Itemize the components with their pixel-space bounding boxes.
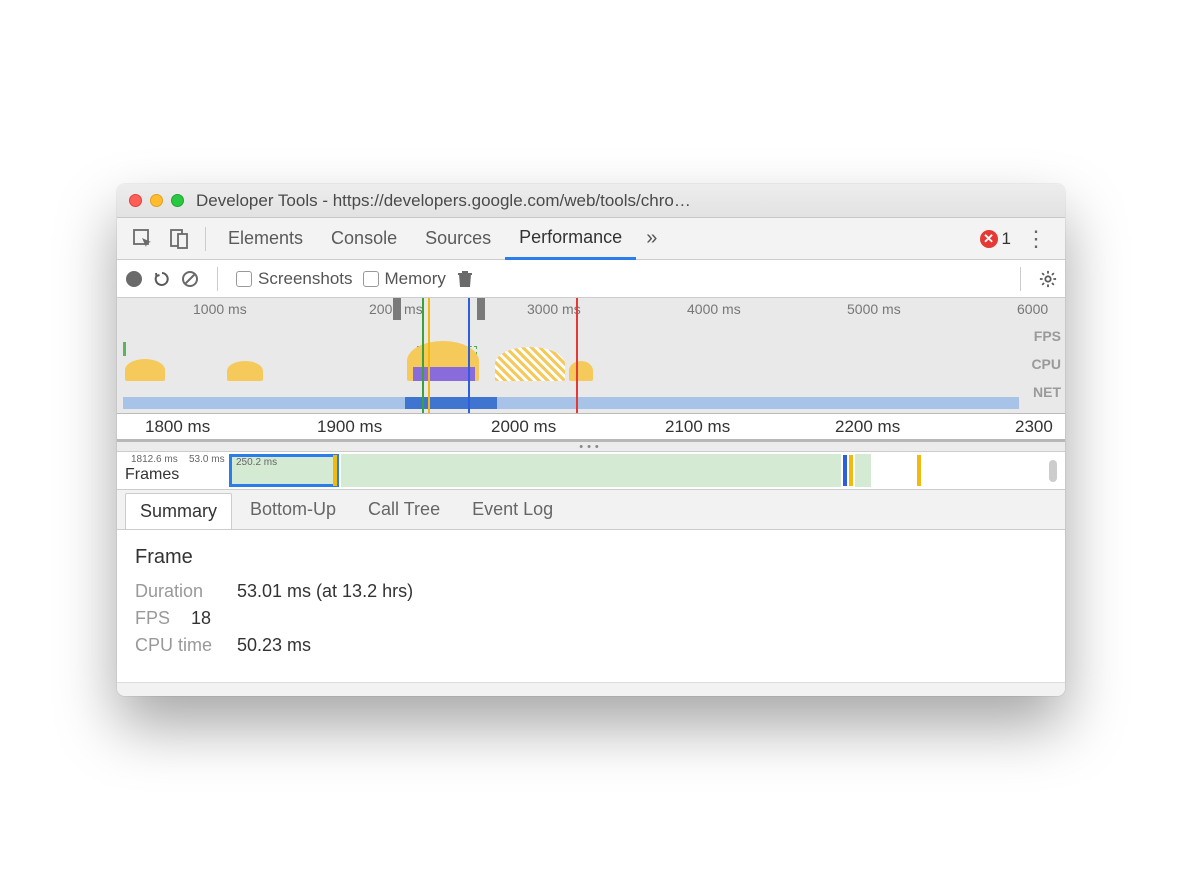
frames-track[interactable]: 1812.6 ms Frames 53.0 ms 250.2 ms — [117, 452, 1065, 490]
marker-line-red — [576, 298, 578, 413]
frames-label: Frames — [125, 466, 179, 484]
separator — [205, 227, 206, 251]
summary-key: Duration — [135, 581, 225, 602]
ruler-tick: 3000 ms — [527, 301, 581, 317]
maximize-window-button[interactable] — [171, 194, 184, 207]
ruler-tick: 2300 — [1015, 417, 1053, 437]
cpu-activity — [569, 361, 593, 381]
inspect-element-icon[interactable] — [125, 223, 161, 255]
devtools-window: Developer Tools - https://developers.goo… — [117, 184, 1065, 696]
screenshots-label: Screenshots — [258, 269, 353, 289]
ruler-tick: 6000 — [1017, 301, 1048, 317]
frame-marker — [333, 455, 337, 486]
ruler-tick: 2200 ms — [835, 417, 900, 437]
error-icon: ✕ — [980, 230, 998, 248]
cpu-label: CPU — [1031, 350, 1061, 378]
checkbox-icon — [363, 271, 379, 287]
ruler-tick: 1900 ms — [317, 417, 382, 437]
overview-ruler: 1000 ms 2000 ms 3000 ms 4000 ms 5000 ms … — [117, 298, 1065, 320]
clear-button[interactable] — [181, 270, 199, 288]
summary-value: 50.23 ms — [237, 635, 311, 656]
error-badge[interactable]: ✕ 1 — [980, 229, 1011, 249]
ruler-tick: 1000 ms — [193, 301, 247, 317]
cpu-activity — [125, 359, 165, 381]
separator — [1020, 267, 1021, 291]
device-toolbar-icon[interactable] — [161, 223, 197, 255]
net-activity — [123, 397, 1019, 409]
frame-time: 1812.6 ms — [131, 454, 178, 465]
tab-summary[interactable]: Summary — [125, 493, 232, 529]
marker-line-yellow — [428, 298, 430, 413]
cpu-activity — [495, 347, 565, 381]
devtools-tab-bar: Elements Console Sources Performance » ✕… — [117, 218, 1065, 260]
performance-toolbar: Screenshots Memory — [117, 260, 1065, 298]
frame-selected[interactable]: 250.2 ms — [229, 454, 339, 487]
settings-button[interactable] — [1039, 270, 1057, 288]
titlebar: Developer Tools - https://developers.goo… — [117, 184, 1065, 218]
net-activity-dark — [405, 397, 497, 409]
overview-timeline[interactable]: 1000 ms 2000 ms 3000 ms 4000 ms 5000 ms … — [117, 298, 1065, 414]
ruler-tick: 1800 ms — [145, 417, 210, 437]
drag-divider[interactable]: ••• — [117, 442, 1065, 452]
marker-line-green — [422, 298, 424, 413]
separator — [217, 267, 218, 291]
frame-time: 250.2 ms — [236, 457, 277, 468]
summary-panel: Frame Duration 53.01 ms (at 13.2 hrs) FP… — [117, 530, 1065, 682]
record-button[interactable] — [125, 270, 143, 288]
tab-elements[interactable]: Elements — [214, 219, 317, 258]
tab-bottom-up[interactable]: Bottom-Up — [236, 490, 350, 529]
summary-value: 18 — [191, 608, 211, 629]
fps-label: FPS — [1031, 322, 1061, 350]
frame-marker — [849, 455, 853, 486]
summary-row: CPU time 50.23 ms — [135, 635, 1047, 656]
screenshots-checkbox[interactable]: Screenshots — [236, 269, 353, 289]
summary-key: CPU time — [135, 635, 225, 656]
tab-event-log[interactable]: Event Log — [458, 490, 567, 529]
minimize-window-button[interactable] — [150, 194, 163, 207]
reload-button[interactable] — [153, 270, 171, 288]
ruler-tick: 2000 ms — [491, 417, 556, 437]
summary-row: Duration 53.01 ms (at 13.2 hrs) — [135, 581, 1047, 602]
summary-row: FPS 18 — [135, 608, 1047, 629]
tab-call-tree[interactable]: Call Tree — [354, 490, 454, 529]
traffic-lights — [129, 194, 184, 207]
fps-bar — [123, 342, 126, 356]
close-window-button[interactable] — [129, 194, 142, 207]
frame-time: 53.0 ms — [189, 454, 225, 465]
tab-sources[interactable]: Sources — [411, 219, 505, 258]
scrollbar-thumb[interactable] — [1049, 460, 1057, 482]
frame-marker — [843, 455, 847, 486]
frame-bar[interactable] — [341, 454, 841, 487]
summary-key: FPS — [135, 608, 179, 629]
net-label: NET — [1031, 378, 1061, 406]
tab-performance[interactable]: Performance — [505, 218, 636, 260]
selection-handle-right[interactable] — [477, 298, 485, 320]
footer-bar — [117, 682, 1065, 696]
window-title: Developer Tools - https://developers.goo… — [196, 191, 1053, 211]
summary-value: 53.01 ms (at 13.2 hrs) — [237, 581, 413, 602]
error-count: 1 — [1002, 229, 1011, 249]
devtools-menu-icon[interactable]: ⋮ — [1015, 222, 1057, 256]
detail-tab-bar: Summary Bottom-Up Call Tree Event Log — [117, 490, 1065, 530]
tab-console[interactable]: Console — [317, 219, 411, 258]
checkbox-icon — [236, 271, 252, 287]
frame-bar[interactable] — [855, 454, 871, 487]
ruler-tick: 4000 ms — [687, 301, 741, 317]
overview-track-labels: FPS CPU NET — [1031, 322, 1061, 406]
ruler-tick: 2100 ms — [665, 417, 730, 437]
ruler-tick: 5000 ms — [847, 301, 901, 317]
memory-label: Memory — [385, 269, 446, 289]
cpu-activity — [227, 361, 263, 381]
frame-marker — [917, 455, 921, 486]
marker-line-blue — [468, 298, 470, 413]
gc-button[interactable] — [456, 270, 474, 288]
memory-checkbox[interactable]: Memory — [363, 269, 446, 289]
more-tabs-button[interactable]: » — [636, 221, 667, 256]
detail-ruler[interactable]: 1800 ms 1900 ms 2000 ms 2100 ms 2200 ms … — [117, 414, 1065, 442]
selection-handle-left[interactable] — [393, 298, 401, 320]
summary-title: Frame — [135, 546, 1047, 569]
